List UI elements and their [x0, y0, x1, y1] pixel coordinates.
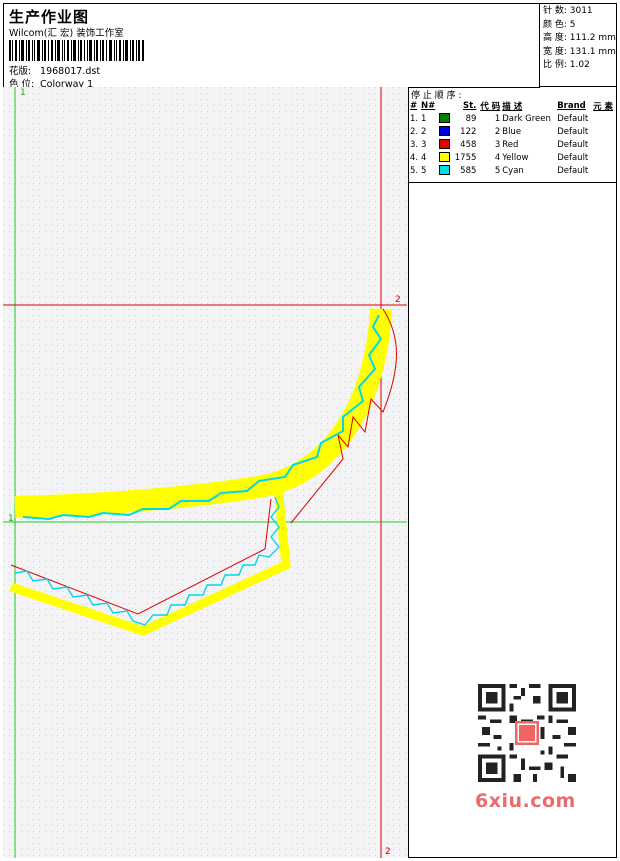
- stats-box: 针 数: 3011 颜 色: 5 高 度: 111.2 mm 宽 度: 131.…: [539, 3, 617, 87]
- color-swatch: [438, 165, 450, 176]
- color-swatch: [438, 152, 450, 163]
- row-element: [592, 125, 616, 138]
- row-swatch: [438, 125, 452, 138]
- row-needle: 3: [420, 139, 427, 150]
- embroidery-preview: [3, 87, 409, 858]
- design-scale: 比 例: 1.02: [543, 60, 590, 70]
- qr-code: [478, 684, 576, 782]
- barcode: [9, 40, 144, 61]
- row-description: Cyan: [502, 165, 524, 176]
- page-title: 生产作业图: [9, 8, 90, 26]
- design-label: 花版:: [9, 66, 32, 77]
- row-code: 2: [494, 126, 501, 137]
- row-stitches: 1755: [454, 152, 477, 163]
- col-index: #: [410, 100, 418, 111]
- row-needle: 1: [420, 113, 427, 124]
- row-stitches: 585: [460, 165, 477, 176]
- col-brand: Brand: [557, 100, 586, 111]
- company-name: Wilcom(汇 宏) 装饰工作室: [9, 28, 124, 39]
- row-index: 3.: [410, 139, 419, 150]
- table-row: 1. 1 89 1 Dark Green Default: [409, 112, 616, 125]
- color-swatch: [438, 113, 450, 124]
- design-height: 高 度: 111.2 mm: [543, 33, 616, 43]
- color-count: 颜 色: 5: [543, 19, 576, 30]
- row-description: Red: [502, 139, 519, 150]
- row-code: 5: [494, 165, 501, 176]
- row-brand: Default: [557, 113, 589, 124]
- watermark: 6xiu.com: [470, 680, 585, 820]
- table-row: 2. 2 122 2 Blue Default: [409, 125, 616, 138]
- design-name-row: 花版: 1968017.dst: [9, 63, 100, 77]
- table-row: 4. 4 1755 4 Yellow Default: [409, 151, 616, 164]
- row-index: 2.: [410, 126, 419, 137]
- col-needle: N#: [420, 100, 436, 111]
- row-index: 4.: [410, 152, 419, 163]
- guide-label-green-top: 1: [20, 88, 26, 98]
- row-needle: 2: [420, 126, 427, 137]
- row-needle: 5: [420, 165, 427, 176]
- row-code: 1: [494, 113, 501, 124]
- row-stitches: 122: [460, 126, 477, 137]
- col-description: 描 述: [502, 101, 523, 112]
- row-stitches: 89: [465, 113, 477, 124]
- header: 生产作业图 Wilcom(汇 宏) 装饰工作室 花版: 1968017.dst …: [3, 3, 540, 90]
- color-swatch: [438, 126, 450, 137]
- col-stitches: St.: [462, 100, 477, 111]
- guide-label-red-right: 2: [395, 295, 401, 305]
- row-brand: Default: [557, 165, 589, 176]
- row-description: Yellow: [502, 152, 529, 163]
- row-swatch: [438, 164, 452, 177]
- row-element: [592, 112, 616, 125]
- color-swatch: [438, 139, 450, 150]
- row-index: 5.: [410, 165, 419, 176]
- col-code: 代 码: [480, 101, 501, 112]
- table-header-row: # N# St. 代 码 描 述 Brand 元 素: [409, 99, 616, 112]
- row-brand: Default: [557, 126, 589, 137]
- row-stitches: 458: [460, 139, 477, 150]
- stop-sequence-table: # N# St. 代 码 描 述 Brand 元 素 1. 1 89 1 Dark Gr…: [409, 99, 616, 177]
- guide-label-green-left: 1: [8, 514, 14, 524]
- panel-divider: [409, 182, 617, 183]
- row-code: 3: [494, 139, 501, 150]
- design-canvas: 1 1 2 2: [3, 87, 409, 858]
- table-row: 3. 3 458 3 Red Default: [409, 138, 616, 151]
- row-description: Blue: [502, 126, 522, 137]
- watermark-text: 6xiu.com: [475, 790, 576, 812]
- row-description: Dark Green: [502, 113, 551, 124]
- row-code: 4: [494, 152, 501, 163]
- stitch-count: 针 数: 3011: [543, 6, 593, 16]
- col-swatch: [438, 99, 452, 112]
- row-swatch: [438, 138, 452, 151]
- row-brand: Default: [557, 139, 589, 150]
- row-needle: 4: [420, 152, 427, 163]
- row-brand: Default: [557, 152, 589, 163]
- table-row: 5. 5 585 5 Cyan Default: [409, 164, 616, 177]
- row-index: 1.: [410, 113, 419, 124]
- row-element: [592, 151, 616, 164]
- row-element: [592, 164, 616, 177]
- row-element: [592, 138, 616, 151]
- design-width: 宽 度: 131.1 mm: [543, 46, 616, 57]
- guide-label-red-bottom: 2: [385, 847, 391, 857]
- col-element: 元 素: [593, 101, 614, 112]
- row-swatch: [438, 112, 452, 125]
- row-swatch: [438, 151, 452, 164]
